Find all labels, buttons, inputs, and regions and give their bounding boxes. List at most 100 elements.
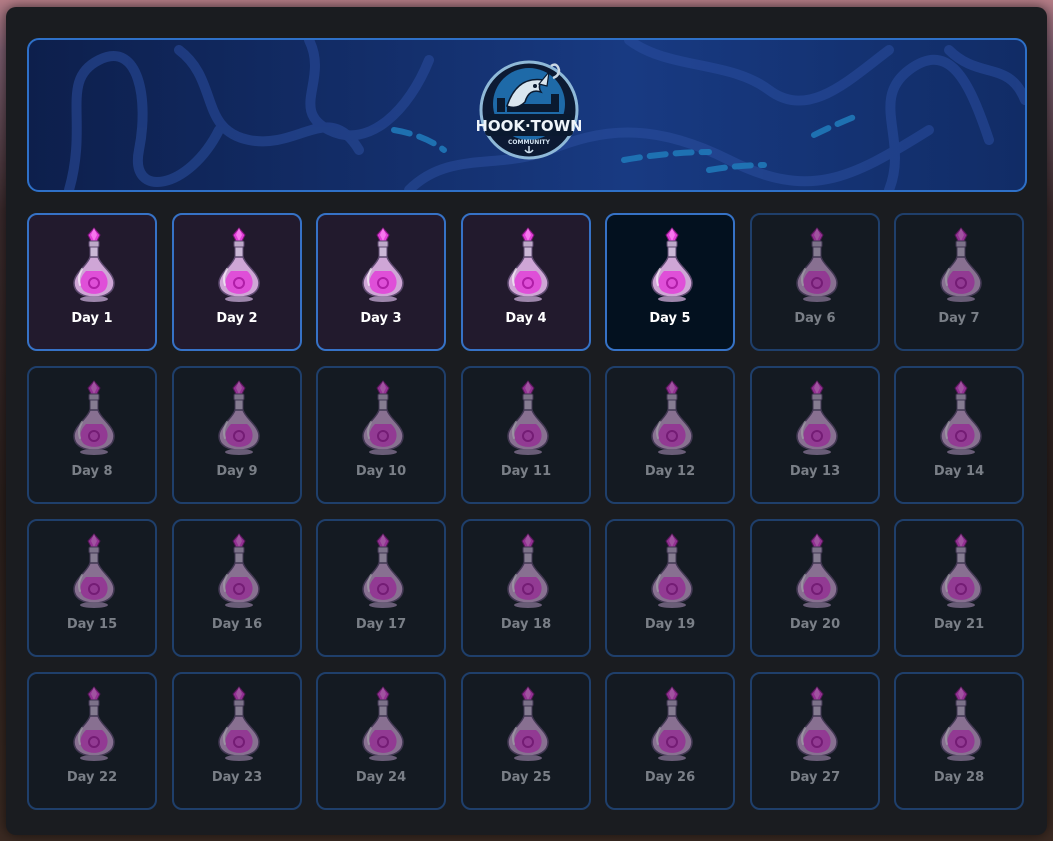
day-card[interactable]: Day 23 (172, 672, 302, 810)
potion-icon (940, 380, 982, 455)
potion-icon (359, 380, 407, 456)
day-card[interactable]: Day 28 (894, 672, 1024, 810)
day-card[interactable]: Day 7 (894, 213, 1024, 351)
potion-icon (937, 533, 985, 609)
day-card[interactable]: Day 26 (605, 672, 735, 810)
potion-icon (504, 227, 552, 303)
potion-icon (73, 686, 115, 761)
potion-icon (359, 533, 407, 609)
day-card[interactable]: Day 27 (750, 672, 880, 810)
day-card[interactable]: Day 4 (461, 213, 591, 351)
day-label: Day 17 (355, 617, 407, 632)
day-label: Day 26 (644, 770, 696, 785)
day-card[interactable]: Day 18 (461, 519, 591, 657)
header-banner: HOOK·TOWN COMMUNITY (27, 38, 1027, 192)
potion-icon (504, 686, 552, 762)
potion-icon (651, 227, 693, 302)
potion-icon (940, 227, 982, 302)
day-card[interactable]: Day 9 (172, 366, 302, 504)
day-label: Day 14 (933, 464, 985, 479)
potion-icon (507, 380, 549, 455)
day-label: Day 12 (644, 464, 696, 479)
day-label: Day 23 (211, 770, 263, 785)
potion-icon (796, 686, 838, 761)
day-card[interactable]: Day 20 (750, 519, 880, 657)
potion-icon (70, 227, 118, 303)
day-card[interactable]: Day 5 (605, 213, 735, 351)
day-label: Day 25 (500, 770, 552, 785)
hook-town-logo: HOOK·TOWN COMMUNITY (477, 60, 581, 160)
day-card[interactable]: Day 6 (750, 213, 880, 351)
svg-text:COMMUNITY: COMMUNITY (508, 139, 551, 146)
potion-icon (70, 533, 118, 609)
potion-icon (793, 686, 841, 762)
svg-text:HOOK·TOWN: HOOK·TOWN (477, 117, 581, 135)
potion-icon (651, 380, 693, 455)
day-label: Day 7 (938, 311, 980, 326)
potion-icon (362, 380, 404, 455)
potion-icon (218, 686, 260, 761)
day-label: Day 2 (216, 311, 258, 326)
potion-icon (362, 227, 404, 302)
potion-icon (648, 380, 696, 456)
day-card[interactable]: Day 16 (172, 519, 302, 657)
day-card[interactable]: Day 17 (316, 519, 446, 657)
day-label: Day 13 (789, 464, 841, 479)
day-card[interactable]: Day 8 (27, 366, 157, 504)
potion-icon (651, 686, 693, 761)
potion-icon (218, 380, 260, 455)
day-label: Day 20 (789, 617, 841, 632)
potion-icon (796, 380, 838, 455)
potion-icon (648, 686, 696, 762)
day-card[interactable]: Day 12 (605, 366, 735, 504)
day-label: Day 9 (216, 464, 258, 479)
day-label: Day 22 (66, 770, 118, 785)
potion-icon (73, 380, 115, 455)
day-label: Day 16 (211, 617, 263, 632)
day-label: Day 15 (66, 617, 118, 632)
day-card[interactable]: Day 25 (461, 672, 591, 810)
day-label: Day 28 (933, 770, 985, 785)
day-card[interactable]: Day 2 (172, 213, 302, 351)
day-card[interactable]: Day 19 (605, 519, 735, 657)
potion-icon (940, 686, 982, 761)
day-card[interactable]: Day 11 (461, 366, 591, 504)
reward-calendar-grid: Day 1 Day 2 Day 3 Day 4 Day 5 Day 6 Day … (27, 213, 1027, 813)
potion-icon (362, 533, 404, 608)
potion-icon (73, 533, 115, 608)
potion-icon (937, 227, 985, 303)
day-label: Day 1 (71, 311, 113, 326)
potion-icon (507, 533, 549, 608)
day-card[interactable]: Day 13 (750, 366, 880, 504)
day-label: Day 3 (360, 311, 402, 326)
day-label: Day 24 (355, 770, 407, 785)
day-card[interactable]: Day 15 (27, 519, 157, 657)
potion-icon (793, 533, 841, 609)
day-label: Day 11 (500, 464, 552, 479)
day-label: Day 21 (933, 617, 985, 632)
potion-icon (73, 227, 115, 302)
potion-icon (215, 227, 263, 303)
day-card[interactable]: Day 10 (316, 366, 446, 504)
potion-icon (940, 533, 982, 608)
potion-icon (215, 380, 263, 456)
potion-icon (793, 227, 841, 303)
potion-icon (70, 380, 118, 456)
potion-icon (796, 533, 838, 608)
day-label: Day 6 (794, 311, 836, 326)
day-card[interactable]: Day 21 (894, 519, 1024, 657)
day-card[interactable]: Day 24 (316, 672, 446, 810)
day-label: Day 8 (71, 464, 113, 479)
potion-icon (651, 533, 693, 608)
potion-icon (648, 533, 696, 609)
day-label: Day 5 (649, 311, 691, 326)
day-card[interactable]: Day 1 (27, 213, 157, 351)
day-label: Day 19 (644, 617, 696, 632)
day-card[interactable]: Day 3 (316, 213, 446, 351)
daily-rewards-panel: HOOK·TOWN COMMUNITY Day 1 Day 2 Day 3 Da… (6, 7, 1047, 835)
potion-icon (937, 686, 985, 762)
day-card[interactable]: Day 14 (894, 366, 1024, 504)
day-label: Day 18 (500, 617, 552, 632)
potion-icon (70, 686, 118, 762)
day-card[interactable]: Day 22 (27, 672, 157, 810)
